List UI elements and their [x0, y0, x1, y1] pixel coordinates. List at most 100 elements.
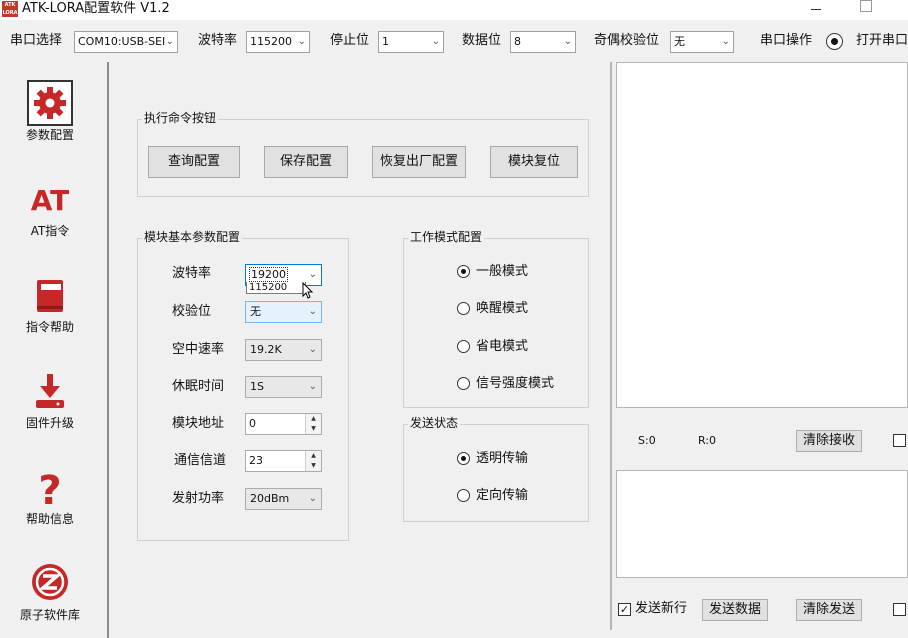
- param-baud-label: 波特率: [172, 266, 212, 281]
- nav-item-help-info[interactable]: ? 帮助信息: [0, 448, 100, 544]
- download-icon: [28, 368, 72, 412]
- mouse-cursor-icon: [302, 281, 314, 300]
- arrow-down-icon[interactable]: ▼: [306, 424, 321, 434]
- stopbit-select[interactable]: 1 ⌄: [378, 31, 444, 53]
- param-channel-stepper[interactable]: 23 ▲ ▼: [245, 450, 322, 472]
- baud-label: 波特率: [198, 33, 238, 48]
- serial-toolbar: 串口选择 COM10:USB-SEI ⌄ 波特率 115200 ⌄ 停止位 1 ⌄ 数…: [0, 22, 908, 60]
- nav-item-firmware-upgrade[interactable]: 固件升级: [0, 352, 100, 448]
- send-newline-checkbox[interactable]: ✓: [618, 603, 631, 616]
- work-mode-label[interactable]: 信号强度模式: [476, 376, 554, 392]
- param-air-rate-value: 19.2K: [250, 343, 282, 356]
- svg-text:AT: AT: [31, 184, 70, 217]
- databit-label: 数据位: [462, 33, 502, 48]
- save-config-button[interactable]: 保存配置: [264, 146, 348, 178]
- receive-textarea[interactable]: [616, 62, 908, 408]
- work-mode-radio-power-save[interactable]: [457, 340, 470, 353]
- app-logo-icon: ATK LORA: [2, 1, 18, 17]
- param-power-select[interactable]: 20dBm ⌄: [245, 488, 322, 510]
- clear-receive-button[interactable]: 清除接收: [796, 430, 862, 452]
- parity-select[interactable]: 无 ⌄: [670, 31, 734, 53]
- chevron-down-icon: ⌄: [308, 306, 317, 317]
- stepper-buttons[interactable]: ▲ ▼: [305, 414, 321, 434]
- stopbit-label: 停止位: [330, 33, 370, 48]
- book-icon: [28, 272, 72, 316]
- command-group-title: 执行命令按钮: [142, 111, 219, 125]
- module-reset-button[interactable]: 模块复位: [490, 146, 578, 178]
- logo-icon: [28, 560, 72, 604]
- port-select[interactable]: COM10:USB-SEI ⌄: [74, 31, 178, 53]
- param-parity-select[interactable]: 无 ⌄: [245, 301, 322, 323]
- open-port-radio[interactable]: [826, 33, 843, 50]
- send-status-radio-directed[interactable]: [457, 489, 470, 502]
- work-mode-radio-normal[interactable]: [457, 265, 470, 278]
- minimize-icon[interactable]: [810, 3, 822, 15]
- nav-label: 原子软件库: [19, 608, 80, 622]
- parity-select-value: 无: [674, 35, 685, 48]
- send-status-label[interactable]: 定向传输: [476, 488, 528, 504]
- databit-select[interactable]: 8 ⌄: [510, 31, 576, 53]
- param-sleep-value: 1S: [250, 380, 264, 393]
- title-bar: ATK LORA ATK-LORA配置软件 V1.2: [0, 0, 908, 20]
- query-config-button[interactable]: 查询配置: [148, 146, 240, 178]
- chevron-down-icon: ⌄: [308, 344, 317, 355]
- send-option-checkbox[interactable]: [893, 603, 906, 616]
- param-address-value: 0: [249, 417, 256, 430]
- left-nav: 参数配置 AT AT指令 指令帮助 固件升级 ? 帮助信息 原子软件库: [0, 62, 100, 638]
- nav-label: 帮助信息: [25, 512, 74, 526]
- chevron-down-icon: ⌄: [165, 36, 174, 47]
- send-newline-label[interactable]: 发送新行: [635, 601, 687, 617]
- work-mode-radio-wake[interactable]: [457, 302, 470, 315]
- arrow-down-icon[interactable]: ▼: [306, 461, 321, 471]
- open-port-label[interactable]: 打开串口: [856, 33, 908, 49]
- arrow-up-icon[interactable]: ▲: [306, 414, 321, 424]
- work-mode-label[interactable]: 唤醒模式: [476, 301, 528, 317]
- work-mode-label[interactable]: 省电模式: [476, 339, 528, 355]
- work-mode-group-title: 工作模式配置: [408, 230, 485, 244]
- param-power-label: 发射功率: [172, 491, 225, 506]
- nav-item-software-library[interactable]: 原子软件库: [0, 544, 100, 638]
- chevron-down-icon: ⌄: [431, 36, 440, 47]
- nav-label: 固件升级: [25, 416, 74, 430]
- nav-item-param-config[interactable]: 参数配置: [0, 64, 100, 160]
- question-icon: ?: [28, 464, 72, 514]
- baud-select-value: 115200: [250, 35, 292, 48]
- chevron-down-icon: ⌄: [563, 36, 572, 47]
- param-channel-value: 23: [249, 454, 263, 467]
- window-title: ATK-LORA配置软件 V1.2: [22, 1, 170, 16]
- nav-label: 指令帮助: [25, 320, 74, 334]
- nav-item-at-command[interactable]: AT AT指令: [0, 160, 100, 256]
- nav-divider: [107, 62, 109, 638]
- send-status-group: [403, 424, 589, 522]
- parity-label: 奇偶校验位: [594, 33, 660, 48]
- send-data-button[interactable]: 发送数据: [702, 599, 768, 621]
- recv-count: R:0: [698, 434, 717, 447]
- receive-option-checkbox[interactable]: [893, 434, 906, 447]
- nav-label: AT指令: [30, 224, 70, 238]
- clear-send-button[interactable]: 清除发送: [796, 599, 862, 621]
- work-mode-radio-signal[interactable]: [457, 377, 470, 390]
- param-sleep-select[interactable]: 1S ⌄: [245, 376, 322, 398]
- port-select-label: 串口选择: [10, 33, 63, 48]
- receive-status-bar: [612, 410, 908, 470]
- port-op-label: 串口操作: [760, 33, 813, 48]
- baud-dropdown-list[interactable]: 115200: [246, 282, 306, 294]
- send-textarea[interactable]: [616, 470, 908, 578]
- baud-select[interactable]: 115200 ⌄: [246, 31, 310, 53]
- params-group-title: 模块基本参数配置: [142, 230, 243, 244]
- work-mode-label[interactable]: 一般模式: [476, 264, 528, 280]
- param-air-rate-select[interactable]: 19.2K ⌄: [245, 339, 322, 361]
- param-parity-label: 校验位: [172, 304, 212, 319]
- nav-item-command-help[interactable]: 指令帮助: [0, 256, 100, 352]
- stepper-buttons[interactable]: ▲ ▼: [305, 451, 321, 471]
- arrow-up-icon[interactable]: ▲: [306, 451, 321, 461]
- factory-reset-button[interactable]: 恢复出厂配置: [372, 146, 466, 178]
- at-icon: AT: [28, 176, 72, 220]
- chevron-down-icon: ⌄: [297, 36, 306, 47]
- send-status-label[interactable]: 透明传输: [476, 451, 528, 467]
- send-status-radio-transparent[interactable]: [457, 452, 470, 465]
- param-parity-value: 无: [250, 305, 261, 318]
- baud-dropdown-item[interactable]: 115200: [249, 282, 287, 293]
- maximize-icon[interactable]: [860, 0, 872, 12]
- param-address-stepper[interactable]: 0 ▲ ▼: [245, 413, 322, 435]
